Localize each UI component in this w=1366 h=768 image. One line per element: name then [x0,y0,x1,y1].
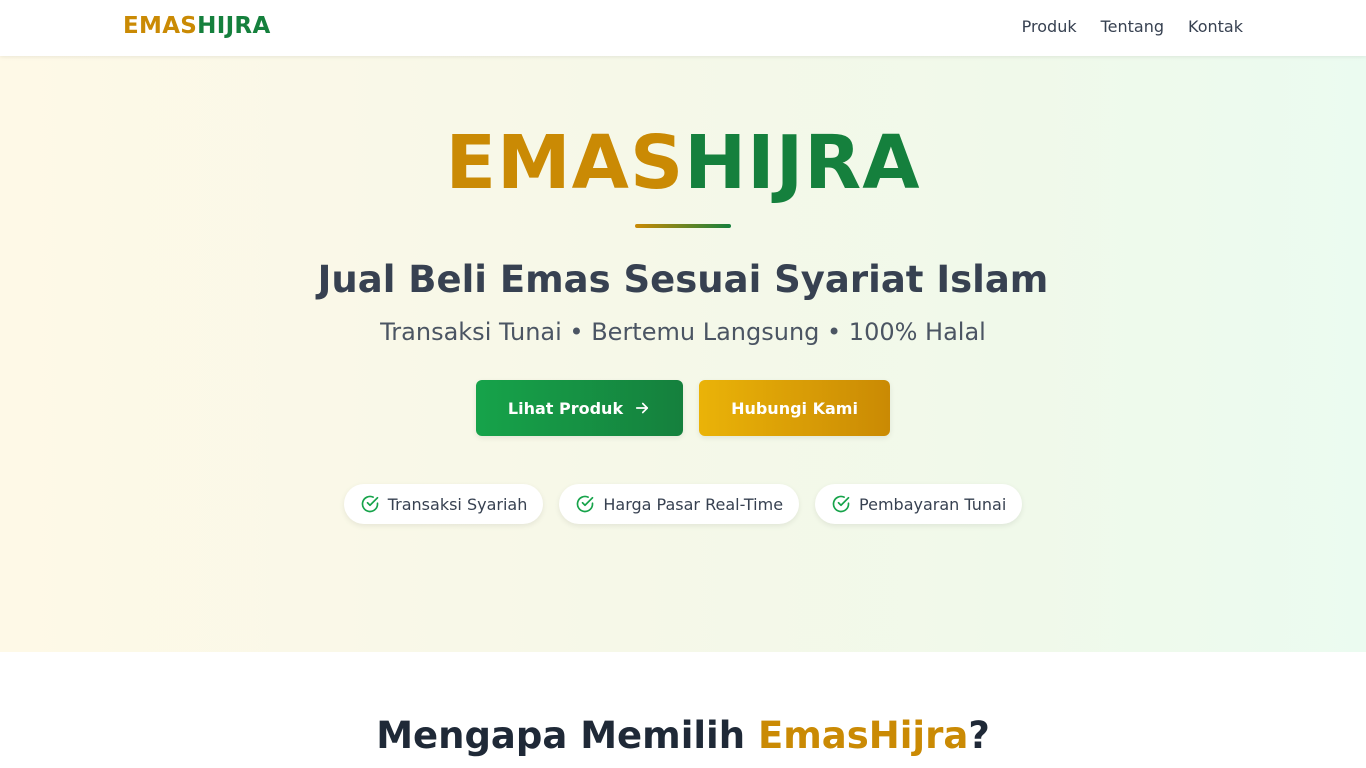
nav-link-kontak[interactable]: Kontak [1188,17,1243,36]
hubungi-kami-label: Hubungi Kami [731,398,858,418]
check-circle-icon [360,494,380,514]
why-title-suffix: ? [968,714,990,757]
hero-title: EMASHIJRA [0,126,1366,200]
nav-links: Produk Tentang Kontak [1022,17,1243,36]
hubungi-kami-button[interactable]: Hubungi Kami [699,380,890,436]
hero-subheading: Transaksi Tunai • Bertemu Langsung • 100… [380,318,986,346]
feature-badges: Transaksi Syariah Harga Pasar Real-Time … [0,484,1366,524]
hero-section: EMASHIJRA Jual Beli Emas Sesuai Syariat … [0,56,1366,652]
lihat-produk-button[interactable]: Lihat Produk [476,380,683,436]
badge-label: Transaksi Syariah [387,494,528,514]
why-title-prefix: Mengapa Memilih [376,714,758,757]
nav-logo-hijra: HIJRA [197,13,271,39]
nav-link-tentang[interactable]: Tentang [1101,17,1164,36]
check-circle-icon [831,494,851,514]
check-circle-icon [575,494,595,514]
navbar: EMASHIJRA Produk Tentang Kontak [0,0,1366,56]
hero-heading: Jual Beli Emas Sesuai Syariat Islam [317,258,1049,301]
nav-logo-emas: EMAS [123,13,198,39]
badge-pembayaran-tunai: Pembayaran Tunai [815,484,1023,524]
badge-label: Harga Pasar Real-Time [603,494,784,514]
hero-title-hijra: HIJRA [684,120,921,206]
hero-title-emas: EMAS [445,120,685,206]
hero-divider [635,224,731,228]
badge-harga-pasar: Harga Pasar Real-Time [559,484,800,524]
why-title-brand: EmasHijra [757,714,969,757]
badge-label: Pembayaran Tunai [859,494,1007,514]
why-section-title: Mengapa Memilih EmasHijra? [0,714,1366,757]
badge-transaksi-syariah: Transaksi Syariah [343,484,544,524]
arrow-right-icon [633,399,651,417]
nav-link-produk[interactable]: Produk [1022,17,1077,36]
lihat-produk-label: Lihat Produk [507,398,624,418]
nav-logo[interactable]: EMASHIJRA [123,13,271,39]
